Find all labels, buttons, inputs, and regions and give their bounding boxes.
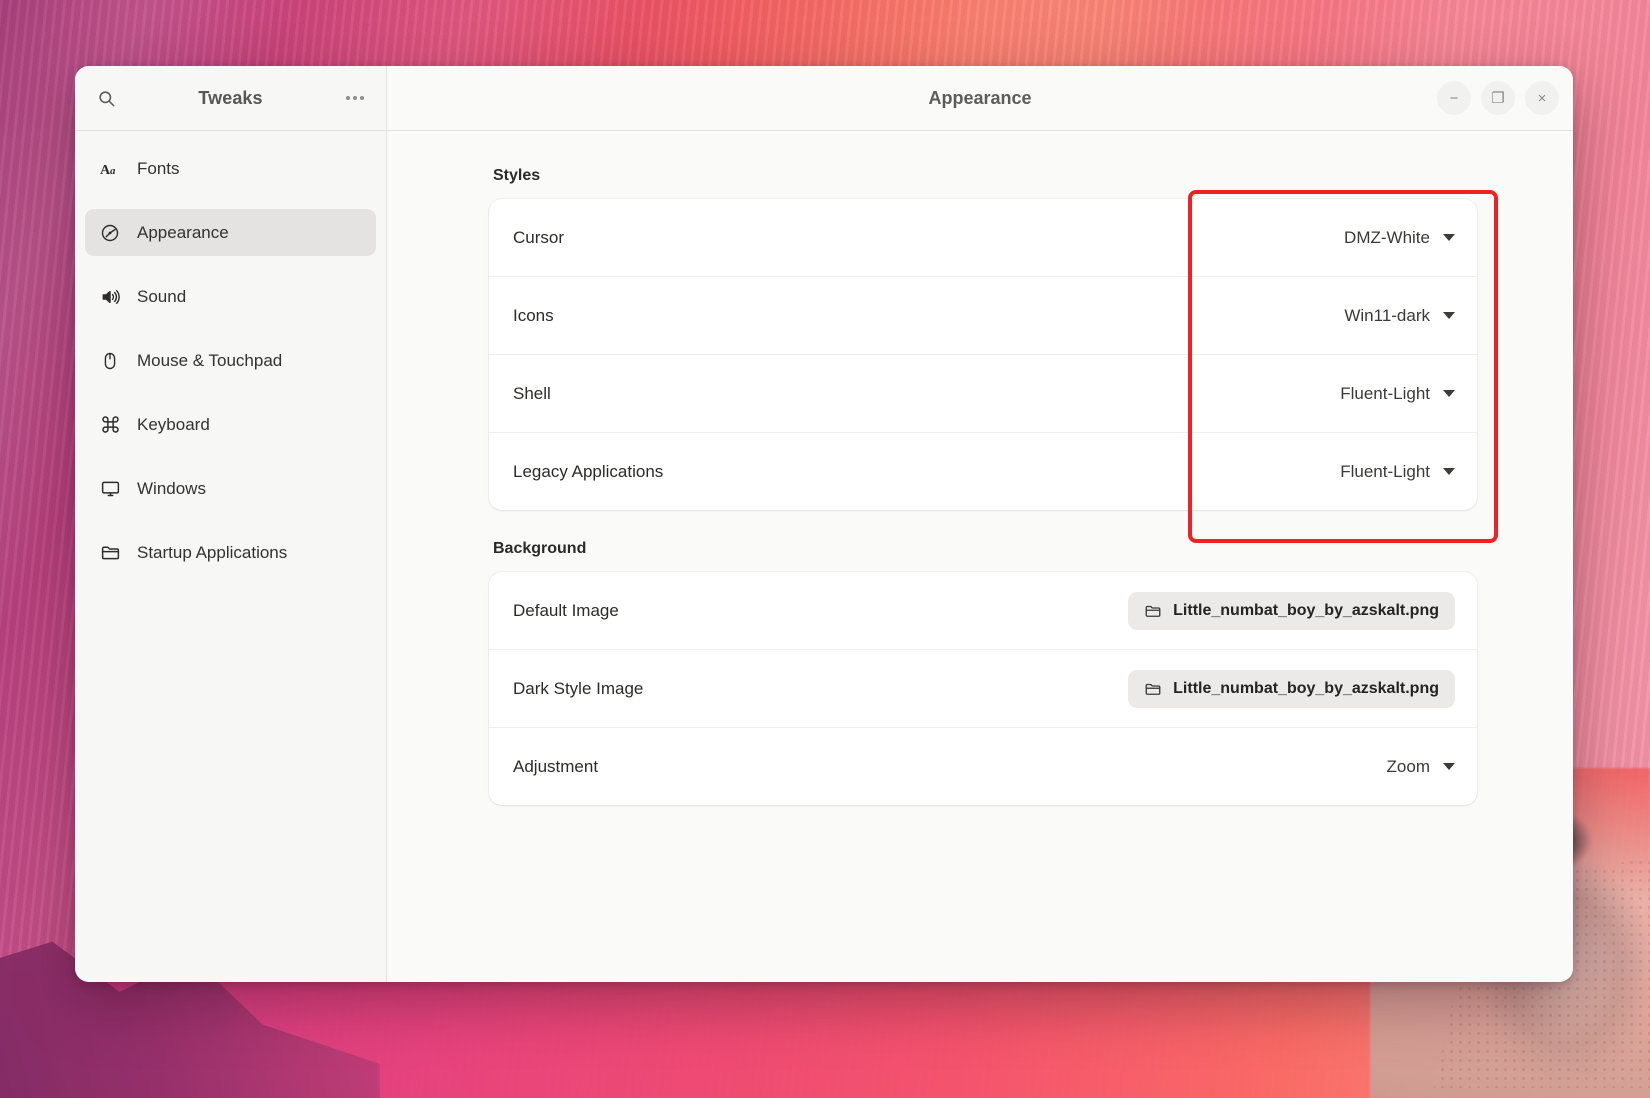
sidebar-item-label: Startup Applications	[137, 542, 288, 562]
dropdown-value: Fluent-Light	[1340, 461, 1430, 481]
row-dark-style-image: Dark Style Image Little_numbat_boy_by_az…	[489, 649, 1477, 727]
tweaks-window: Tweaks Appearance − ❐ × A a Fonts Appear…	[75, 66, 1573, 982]
row-adjustment: Adjustment Zoom	[489, 727, 1477, 805]
folder-icon	[1144, 602, 1162, 620]
row-cursor: Cursor DMZ-White	[489, 199, 1477, 276]
chevron-down-icon	[1443, 763, 1455, 770]
row-legacy-applications: Legacy Applications Fluent-Light	[489, 432, 1477, 510]
sidebar-item-mouse-touchpad[interactable]: Mouse & Touchpad	[85, 337, 376, 384]
app-title: Tweaks	[198, 87, 263, 108]
adjustment-dropdown[interactable]: Zoom	[1387, 757, 1455, 777]
sidebar-item-startup-applications[interactable]: Startup Applications	[85, 529, 376, 576]
sidebar-item-fonts[interactable]: A a Fonts	[85, 145, 376, 192]
windows-icon	[99, 478, 121, 499]
dropdown-value: DMZ-White	[1344, 227, 1430, 247]
appearance-icon	[99, 223, 121, 243]
chevron-down-icon	[1443, 312, 1455, 319]
window-body: A a Fonts Appearance Sound Mouse & Touch…	[75, 131, 1573, 982]
dropdown-value: Win11-dark	[1344, 305, 1430, 325]
search-icon[interactable]	[87, 79, 125, 117]
row-label: Dark Style Image	[513, 678, 644, 698]
maximize-button[interactable]: ❐	[1481, 81, 1515, 115]
chevron-down-icon	[1443, 234, 1455, 241]
window-controls: − ❐ ×	[1437, 81, 1559, 115]
sidebar-item-windows[interactable]: Windows	[85, 465, 376, 512]
sidebar-item-label: Windows	[137, 478, 206, 498]
minimize-button[interactable]: −	[1437, 81, 1471, 115]
file-name: Little_numbat_boy_by_azskalt.png	[1173, 601, 1439, 619]
appearance-settings-content: Styles Cursor DMZ-White Icons Win11-dark	[387, 131, 1573, 982]
row-shell: Shell Fluent-Light	[489, 354, 1477, 432]
background-heading: Background	[493, 540, 587, 557]
fonts-icon: A a	[99, 159, 121, 179]
row-label: Icons	[513, 305, 554, 325]
file-name: Little_numbat_boy_by_azskalt.png	[1173, 679, 1439, 697]
icons-theme-dropdown[interactable]: Win11-dark	[1344, 306, 1455, 326]
row-label: Default Image	[513, 600, 619, 620]
mouse-icon	[99, 351, 121, 371]
sidebar-item-label: Sound	[137, 286, 187, 306]
sound-icon	[99, 287, 121, 307]
close-button[interactable]: ×	[1525, 81, 1559, 115]
styles-heading: Styles	[493, 167, 541, 184]
row-label: Adjustment	[513, 756, 599, 776]
legacy-applications-theme-dropdown[interactable]: Fluent-Light	[1340, 462, 1455, 482]
sidebar-item-appearance[interactable]: Appearance	[85, 209, 376, 256]
dropdown-value: Fluent-Light	[1340, 383, 1430, 403]
page-title: Appearance	[928, 87, 1032, 108]
styles-card: Cursor DMZ-White Icons Win11-dark Shell …	[489, 199, 1477, 510]
shell-theme-dropdown[interactable]: Fluent-Light	[1340, 384, 1455, 404]
svg-text:a: a	[110, 165, 116, 177]
row-label: Legacy Applications	[513, 461, 664, 481]
dark-style-image-file-button[interactable]: Little_numbat_boy_by_azskalt.png	[1128, 669, 1455, 708]
sidebar: A a Fonts Appearance Sound Mouse & Touch…	[75, 131, 387, 982]
sidebar-headerbar: Tweaks	[75, 66, 387, 130]
three-dots-glyph	[346, 96, 364, 100]
sidebar-item-label: Mouse & Touchpad	[137, 350, 283, 370]
row-icons: Icons Win11-dark	[489, 276, 1477, 354]
row-label: Cursor	[513, 227, 565, 247]
sidebar-item-label: Appearance	[137, 222, 229, 242]
sidebar-item-sound[interactable]: Sound	[85, 273, 376, 320]
folder-icon	[99, 542, 121, 563]
chevron-down-icon	[1443, 390, 1455, 397]
keyboard-icon	[99, 414, 121, 435]
background-card: Default Image Little_numbat_boy_by_azska…	[489, 572, 1477, 805]
row-label: Shell	[513, 383, 551, 403]
three-dots-icon[interactable]	[336, 79, 374, 117]
sidebar-item-label: Keyboard	[137, 414, 210, 434]
sidebar-item-keyboard[interactable]: Keyboard	[85, 401, 376, 448]
folder-icon	[1144, 680, 1162, 698]
chevron-down-icon	[1443, 468, 1455, 475]
cursor-theme-dropdown[interactable]: DMZ-White	[1344, 228, 1455, 248]
content-headerbar: Appearance − ❐ ×	[387, 66, 1573, 130]
window-headerbar: Tweaks Appearance − ❐ ×	[75, 66, 1573, 131]
default-image-file-button[interactable]: Little_numbat_boy_by_azskalt.png	[1128, 591, 1455, 630]
desktop-wallpaper: Tweaks Appearance − ❐ × A a Fonts Appear…	[0, 0, 1650, 1098]
sidebar-item-label: Fonts	[137, 158, 180, 178]
row-default-image: Default Image Little_numbat_boy_by_azska…	[489, 572, 1477, 649]
dropdown-value: Zoom	[1386, 756, 1430, 776]
